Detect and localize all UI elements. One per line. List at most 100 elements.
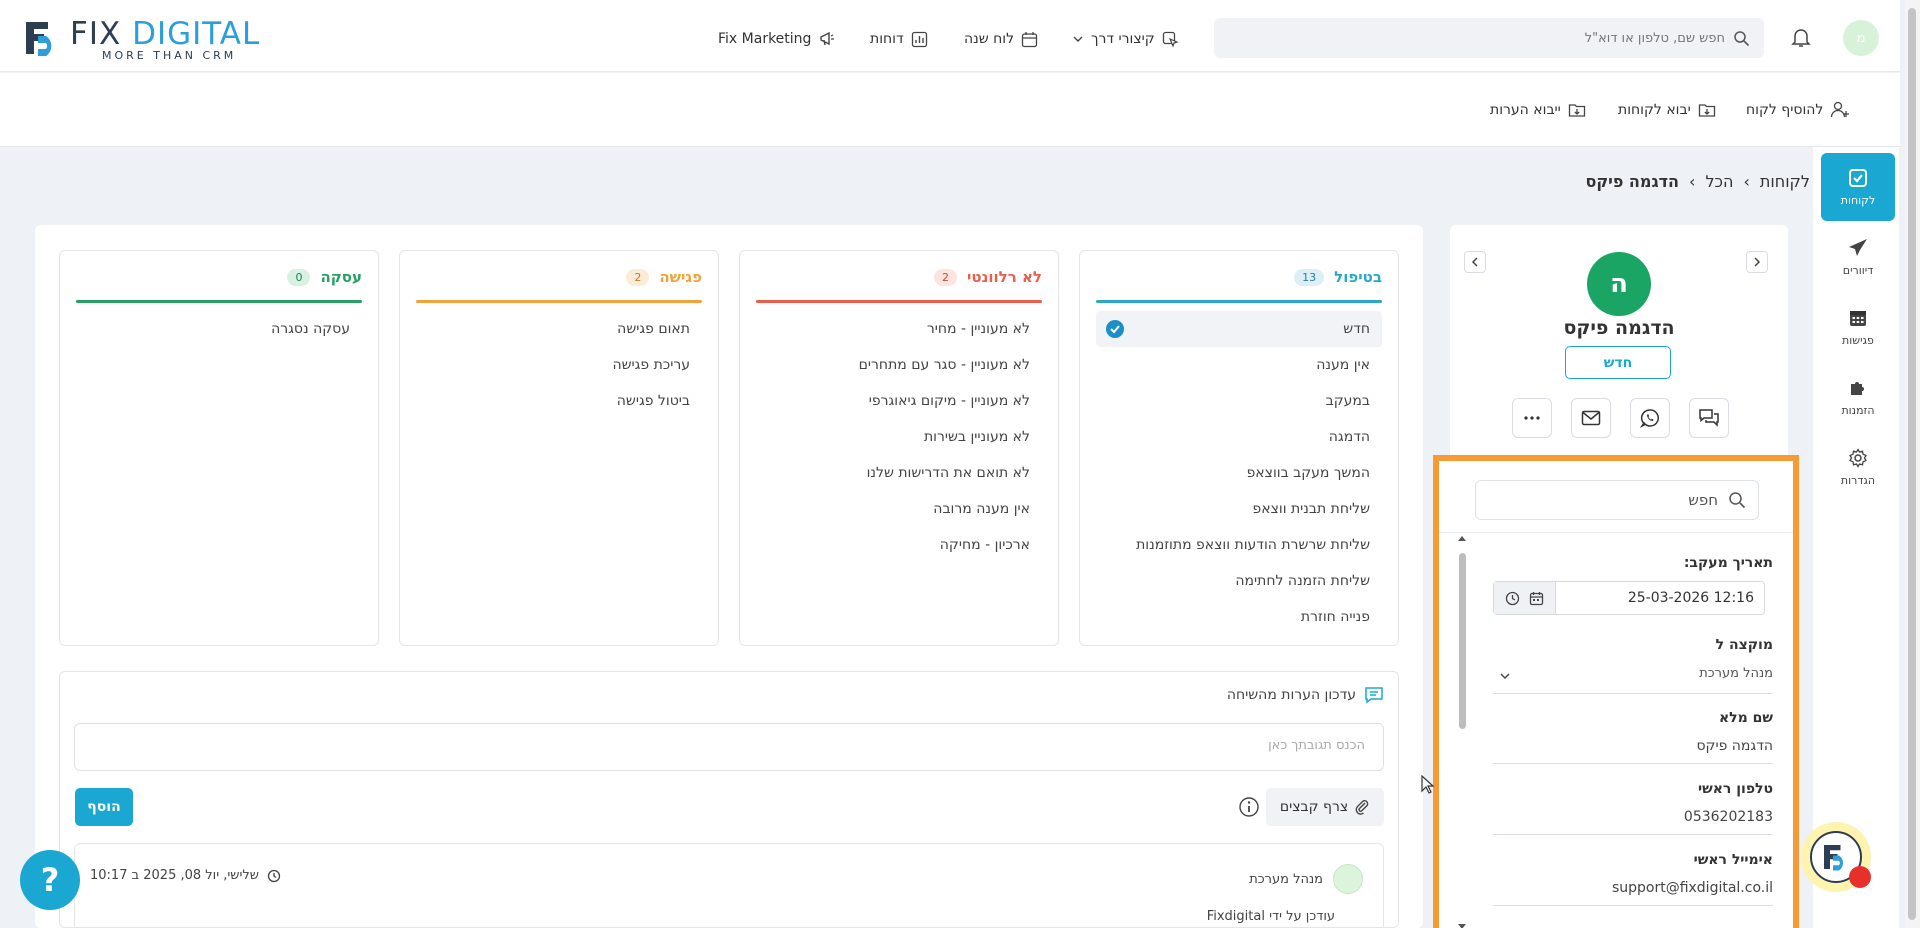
- import-notes-button[interactable]: ייבוא הערות: [1490, 101, 1586, 119]
- stage-item[interactable]: עריכת פגישה: [416, 347, 702, 383]
- bell-icon[interactable]: [1790, 26, 1812, 48]
- full-name-value[interactable]: הדגמה פיקס: [1696, 738, 1773, 754]
- stage-item[interactable]: חדש: [1096, 311, 1382, 347]
- stage-item-label: לא מעוניין - סגר עם מתחרים: [858, 357, 1030, 373]
- main-email-value[interactable]: support@fixdigital.co.il: [1612, 880, 1773, 896]
- stage-item[interactable]: לא מעוניין - מחיר: [756, 311, 1042, 347]
- breadcrumb-current: הדגמה פיקס: [1585, 172, 1680, 191]
- stage-item[interactable]: שליחת שרשרת הודעות ווצאפ מתוזמנות: [1096, 527, 1382, 563]
- stage-item-label: לא תואם את הדרישות שלנו: [866, 465, 1030, 481]
- nav-shortcuts-label: קיצורי דרך: [1091, 31, 1155, 47]
- folder-import-icon: [1698, 104, 1715, 117]
- import-customers-button[interactable]: יבוא לקוחות: [1618, 101, 1716, 119]
- chevron-right-icon: [1754, 257, 1761, 267]
- global-search-input[interactable]: [1305, 30, 1725, 46]
- previous-contact-button[interactable]: [1464, 251, 1486, 273]
- assigned-to-label: מוקצה ל: [1715, 637, 1773, 653]
- clock-icon[interactable]: [1505, 591, 1520, 606]
- contact-card: ה הדגמה פיקס חדש: [1450, 225, 1788, 465]
- add-customer-button[interactable]: להוסיף לקוח: [1746, 101, 1850, 119]
- help-button[interactable]: ?: [20, 850, 80, 910]
- whatsapp-button[interactable]: [1630, 398, 1670, 438]
- chat-button[interactable]: [1689, 398, 1729, 438]
- sidebar-item-mailings[interactable]: דיוורים: [1821, 223, 1895, 291]
- nav-fix-marketing[interactable]: Fix Marketing: [718, 27, 836, 51]
- stage-item[interactable]: פנייה חוזרת: [1096, 599, 1382, 635]
- import-notes-label: ייבוא הערות: [1490, 102, 1561, 118]
- stage-item[interactable]: במעקב: [1096, 383, 1382, 419]
- info-icon[interactable]: [1238, 796, 1260, 818]
- breadcrumb-mid[interactable]: הכל: [1705, 172, 1733, 191]
- sidebar-item-label: הזמנות: [1841, 403, 1875, 417]
- note-textarea[interactable]: הכנס תגובתך כאן: [74, 723, 1384, 771]
- chevron-down-icon[interactable]: [1499, 671, 1511, 681]
- next-contact-button[interactable]: [1746, 251, 1768, 273]
- scroll-up-icon[interactable]: [1457, 534, 1467, 542]
- stage-item[interactable]: אין מענה מרובה: [756, 491, 1042, 527]
- sidebar-item-meetings[interactable]: פגישות: [1821, 293, 1895, 361]
- whatsapp-icon: [1640, 409, 1659, 428]
- add-note-button[interactable]: הוסף: [75, 788, 133, 826]
- stage-item-label: שליחת שרשרת הודעות ווצאפ מתוזמנות: [1136, 537, 1370, 553]
- main-phone-value[interactable]: 0536202183: [1684, 809, 1773, 825]
- paperclip-icon: [1355, 800, 1369, 815]
- sidebar-item-customers[interactable]: לקוחות: [1821, 153, 1895, 221]
- stage-count-badge: 2: [626, 268, 650, 286]
- stage-list: לא מעוניין - מחיר לא מעוניין - סגר עם מת…: [756, 311, 1042, 563]
- chat-icon: [1699, 409, 1719, 427]
- stage-column-in-progress: בטיפול 13 חדש אין מענה במעקב הדמגה המשך …: [1079, 250, 1399, 646]
- stage-item[interactable]: שליחת תבנית ווצאפ: [1096, 491, 1382, 527]
- followup-date-input[interactable]: 25-03-2026 12:16: [1493, 581, 1765, 615]
- nav-fix-marketing-label: Fix Marketing: [718, 31, 812, 47]
- sidebar: לקוחות דיוורים פגישות הזמנות הגדרות: [1813, 147, 1899, 928]
- chat-bubble-icon: [1365, 687, 1383, 704]
- followup-date-value: 25-03-2026 12:16: [1627, 590, 1754, 606]
- nav-shortcuts[interactable]: קיצורי דרך: [1072, 27, 1179, 51]
- details-search[interactable]: חפש: [1475, 480, 1759, 520]
- stage-item[interactable]: הדמגה: [1096, 419, 1382, 455]
- stage-item[interactable]: המשך מעקב בווצאפ: [1096, 455, 1382, 491]
- stage-item[interactable]: אין מענה: [1096, 347, 1382, 383]
- stage-item-label: במעקב: [1325, 393, 1370, 409]
- stage-item[interactable]: ביטול פגישה: [416, 383, 702, 419]
- sidebar-item-settings[interactable]: הגדרות: [1821, 433, 1895, 501]
- stage-item[interactable]: עסקה נסגרה: [76, 311, 362, 347]
- stage-item[interactable]: ארכיון - מחיקה: [756, 527, 1042, 563]
- note-author: מנהל מערכת: [1249, 864, 1363, 894]
- more-dots-icon: [1524, 416, 1540, 420]
- more-actions-button[interactable]: [1512, 398, 1552, 438]
- chevron-left-icon: ›: [1743, 172, 1750, 191]
- notes-title-label: עדכון הערות מהשיחה: [1226, 687, 1356, 703]
- attach-files-button[interactable]: צרף קבצים: [1266, 788, 1384, 826]
- nav-reports[interactable]: דוחות: [870, 27, 928, 51]
- calendar-icon[interactable]: [1529, 591, 1544, 606]
- puzzle-icon: [1851, 381, 1864, 395]
- assigned-to-value[interactable]: מנהל מערכת: [1699, 666, 1773, 681]
- stage-item[interactable]: לא תואם את הדרישות שלנו: [756, 455, 1042, 491]
- logo[interactable]: FIX DIGITAL MORE THAN CRM: [22, 16, 282, 62]
- details-scrollbar-thumb[interactable]: [1459, 553, 1466, 729]
- note-text: עודכן על ידי Fixdigital: [1206, 909, 1335, 924]
- stage-count-badge: 2: [933, 268, 957, 286]
- breadcrumb-root[interactable]: לקוחות: [1760, 172, 1810, 191]
- page-scrollbar-thumb[interactable]: [1908, 8, 1916, 920]
- email-button[interactable]: [1571, 398, 1611, 438]
- envelope-icon: [1581, 410, 1601, 426]
- stage-item[interactable]: שליחת הזמנה לחתימה: [1096, 563, 1382, 599]
- field-underline: [1493, 834, 1773, 835]
- stage-item-label: ארכיון - מחיקה: [939, 537, 1030, 553]
- user-avatar[interactable]: מ: [1843, 20, 1879, 56]
- stage-item-label: לא מעוניין - מיקום גיאוגרפי: [868, 393, 1030, 409]
- nav-calendar[interactable]: לוח שנה: [964, 27, 1038, 51]
- field-underline: [1493, 905, 1773, 906]
- pipeline-card: בטיפול 13 חדש אין מענה במעקב הדמגה המשך …: [35, 225, 1423, 928]
- scroll-down-icon[interactable]: [1457, 923, 1467, 928]
- stage-item[interactable]: תאום פגישה: [416, 311, 702, 347]
- stage-item[interactable]: לא מעוניין - סגר עם מתחרים: [756, 347, 1042, 383]
- stage-column-deal: עסקה 0 עסקה נסגרה: [59, 250, 379, 646]
- global-search[interactable]: [1214, 18, 1764, 58]
- stage-item[interactable]: לא מעוניין - מיקום גיאוגרפי: [756, 383, 1042, 419]
- sidebar-item-orders[interactable]: הזמנות: [1821, 363, 1895, 431]
- contact-status-button[interactable]: חדש: [1565, 346, 1671, 379]
- stage-item[interactable]: לא מעוניין בשירות: [756, 419, 1042, 455]
